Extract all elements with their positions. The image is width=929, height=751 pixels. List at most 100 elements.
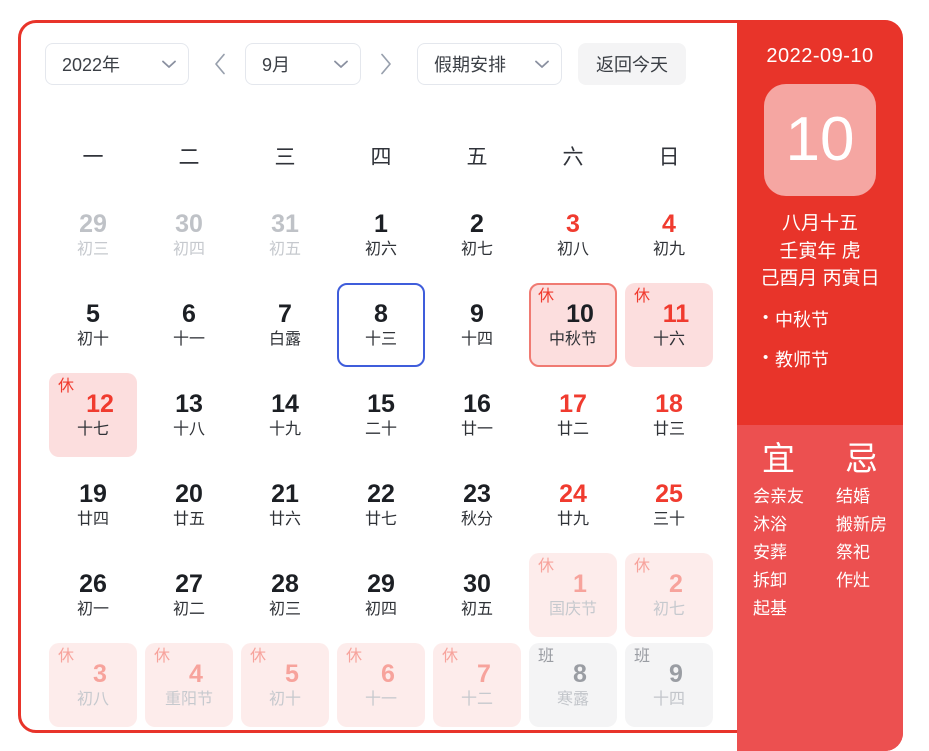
yi-ji-section: 宜 会亲友 沐浴 安葬 拆卸 起基 忌 结婚 搬新房 祭祀 作灶 [737,425,903,751]
day-cell[interactable]: 休 4 重阳节 [145,643,233,727]
day-cell[interactable]: 26 初一 [49,553,137,637]
day-lunar-label: 廿一 [460,421,493,439]
day-lunar-label: 初一 [76,601,109,619]
day-cell[interactable]: 28 初三 [241,553,329,637]
day-lunar-label: 廿五 [172,511,205,529]
day-cell[interactable]: 7 白露 [241,283,329,367]
day-cell[interactable]: 18 廿三 [625,373,713,457]
sidebar-day-number: 10 [785,105,855,174]
day-number: 8 [374,300,388,329]
day-lunar-label: 初四 [172,241,205,259]
day-cell[interactable]: 23 秋分 [433,463,521,547]
day-lunar-label: 初三 [76,241,109,259]
day-number: 4 [189,660,203,689]
day-number: 20 [175,480,203,509]
yi-item: 沐浴 [753,515,787,535]
day-grid: 29 初三 30 初四 31 初五 1 初六 2 初七 3 初八 4 初九 5 初十 6 十一 7 白露 8 十三 9 十四休… [45,190,717,730]
day-cell[interactable]: 20 廿五 [145,463,233,547]
day-cell[interactable]: 29 初三 [49,193,137,277]
day-lunar-label: 初四 [364,601,397,619]
day-cell[interactable]: 休 7 十二 [433,643,521,727]
day-number: 6 [381,660,395,689]
day-cell[interactable]: 3 初八 [529,193,617,277]
day-number: 8 [573,660,587,689]
day-cell[interactable]: 休 12 十七 [49,373,137,457]
year-select[interactable]: 2022年 [45,43,189,85]
weekday-label-6: 日 [658,146,680,169]
day-cell[interactable]: 休 1 国庆节 [529,553,617,637]
day-cell[interactable]: 1 初六 [337,193,425,277]
next-month-button[interactable] [369,43,403,85]
day-lunar-label: 初八 [76,691,109,709]
chevron-down-icon [535,60,549,69]
sidebar-ganzhi-year: 壬寅年 虎 [779,240,861,262]
yi-title: 宜 [762,440,795,477]
yi-items: 会亲友 沐浴 安葬 拆卸 起基 [753,483,804,623]
day-cell[interactable]: 4 初九 [625,193,713,277]
day-cell[interactable]: 21 廿六 [241,463,329,547]
day-cell[interactable]: 休 2 初七 [625,553,713,637]
day-lunar-label: 白露 [268,331,301,349]
day-lunar-label: 十一 [172,331,205,349]
day-cell[interactable]: 休 5 初十 [241,643,329,727]
sidebar-lunar-day: 八月十五 [781,213,858,234]
day-cell[interactable]: 休 3 初八 [49,643,137,727]
day-cell[interactable]: 22 廿七 [337,463,425,547]
day-lunar-label: 二十 [364,421,397,439]
day-cell[interactable]: 休 11 十六 [625,283,713,367]
day-cell[interactable]: 6 十一 [145,283,233,367]
day-number: 13 [175,390,203,419]
day-cell[interactable]: 15 二十 [337,373,425,457]
day-number: 18 [655,390,683,419]
day-cell[interactable]: 24 廿九 [529,463,617,547]
day-cell[interactable]: 9 十四 [433,283,521,367]
day-cell[interactable]: 班 8 寒露 [529,643,617,727]
day-cell[interactable]: 14 十九 [241,373,329,457]
day-cell[interactable]: 19 廿四 [49,463,137,547]
back-to-today-button[interactable]: 返回今天 [578,43,686,85]
day-lunar-label: 初七 [460,241,493,259]
sidebar-date: 2022-09-10 [766,45,874,67]
day-number: 29 [79,210,107,239]
day-cell[interactable]: 31 初五 [241,193,329,277]
day-cell[interactable]: 2 初七 [433,193,521,277]
holiday-select[interactable]: 假期安排 [417,43,562,85]
day-cell[interactable]: 5 初十 [49,283,137,367]
day-cell[interactable]: 29 初四 [337,553,425,637]
day-cell[interactable]: 30 初五 [433,553,521,637]
day-lunar-label: 中秋节 [548,331,597,349]
day-cell[interactable]: 16 廿一 [433,373,521,457]
day-cell[interactable]: 8 十三 [337,283,425,367]
month-select[interactable]: 9月 [245,43,361,85]
yi-item: 会亲友 [753,487,804,507]
day-cell[interactable]: 30 初四 [145,193,233,277]
day-number: 22 [367,480,395,509]
day-cell[interactable]: 休 6 十一 [337,643,425,727]
day-lunar-label: 初六 [364,241,397,259]
rest-day-badge: 休 [250,648,267,665]
rest-day-badge: 休 [634,558,651,575]
ji-item: 结婚 [836,487,870,507]
ji-item: 作灶 [836,571,870,591]
day-number: 24 [559,480,587,509]
day-cell[interactable]: 班 9 十四 [625,643,713,727]
day-lunar-label: 十一 [364,691,397,709]
day-number: 2 [669,570,683,599]
date-detail-sidebar: 2022-09-10 10 八月十五 壬寅年 虎 己酉月 丙寅日 中秋节教师节 … [737,20,903,751]
day-cell[interactable]: 17 廿二 [529,373,617,457]
ji-item: 祭祀 [836,543,870,563]
day-cell[interactable]: 休 10 中秋节 [529,283,617,367]
day-cell[interactable]: 25 三十 [625,463,713,547]
day-lunar-label: 初十 [76,331,109,349]
sidebar-day-badge: 10 [764,84,876,196]
rest-day-badge: 休 [538,558,555,575]
day-lunar-label: 廿九 [556,511,589,529]
rest-day-badge: 休 [538,288,555,305]
day-number: 4 [662,210,676,239]
day-number: 7 [278,300,292,329]
ji-column: 忌 结婚 搬新房 祭祀 作灶 [820,425,903,751]
day-number: 12 [86,390,114,419]
day-cell[interactable]: 13 十八 [145,373,233,457]
day-cell[interactable]: 27 初二 [145,553,233,637]
prev-month-button[interactable] [203,43,237,85]
